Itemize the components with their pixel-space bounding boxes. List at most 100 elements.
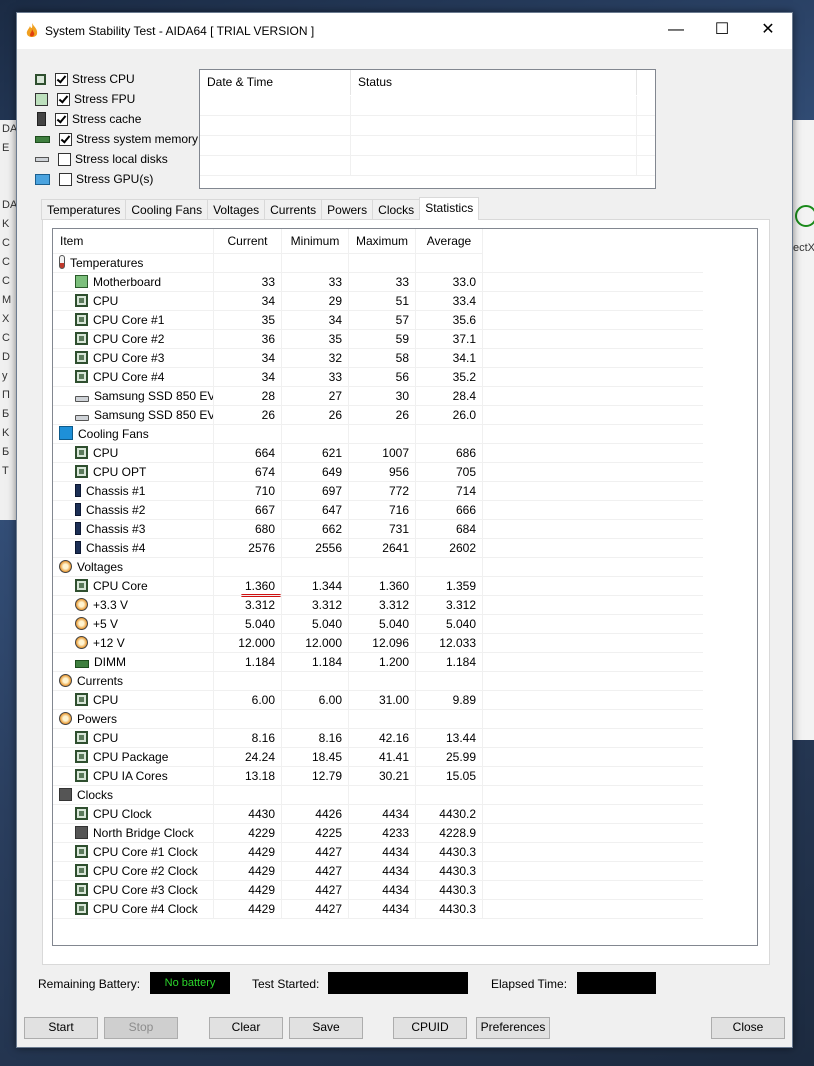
value-cell: 35 bbox=[282, 330, 349, 349]
tab-voltages[interactable]: Voltages bbox=[207, 199, 266, 220]
stress-option-row[interactable]: Stress system memory bbox=[35, 129, 198, 149]
stress-checkbox[interactable] bbox=[57, 92, 70, 106]
event-log-grid[interactable]: Date & Time Status bbox=[199, 69, 656, 189]
start-button[interactable]: Start bbox=[24, 1017, 98, 1039]
stress-option-row[interactable]: Stress local disks bbox=[35, 149, 198, 169]
close-window-button[interactable]: ✕ bbox=[745, 13, 791, 49]
item-label: Samsung SSD 850 EV... bbox=[94, 408, 214, 422]
table-row[interactable]: +5 V 5.040 5.040 5.040 5.040 bbox=[53, 615, 757, 634]
elapsed-time-value bbox=[577, 972, 656, 994]
table-row[interactable]: CPU Core #1 35 34 57 35.6 bbox=[53, 311, 757, 330]
tab-currents[interactable]: Currents bbox=[264, 199, 323, 220]
group-row[interactable]: Clocks bbox=[53, 786, 757, 805]
stress-checkbox[interactable] bbox=[55, 72, 68, 86]
column-header[interactable]: Average bbox=[416, 229, 483, 254]
table-row[interactable]: CPU Clock 4430 4426 4434 4430.2 bbox=[53, 805, 757, 824]
stress-checkbox[interactable] bbox=[59, 132, 72, 146]
cpuid-button[interactable]: CPUID bbox=[393, 1017, 467, 1039]
table-row[interactable]: CPU Core #2 Clock 4429 4427 4434 4430.3 bbox=[53, 862, 757, 881]
table-row[interactable]: CPU Core #2 36 35 59 37.1 bbox=[53, 330, 757, 349]
stress-label: Stress CPU bbox=[72, 72, 135, 86]
table-row[interactable]: CPU 34 29 51 33.4 bbox=[53, 292, 757, 311]
table-row[interactable]: +12 V 12.000 12.000 12.096 12.033 bbox=[53, 634, 757, 653]
flame-icon bbox=[26, 23, 38, 37]
stress-checkbox[interactable] bbox=[55, 112, 68, 126]
clock-icon bbox=[75, 826, 88, 839]
value-cell: 664 bbox=[214, 444, 282, 463]
column-header[interactable]: Maximum bbox=[349, 229, 416, 254]
log-empty-row bbox=[200, 116, 655, 136]
stop-button[interactable]: Stop bbox=[104, 1017, 178, 1039]
background-letter: y bbox=[2, 370, 8, 382]
stress-option-row[interactable]: Stress FPU bbox=[35, 89, 198, 109]
group-row[interactable]: Cooling Fans bbox=[53, 425, 757, 444]
value-cell: 33 bbox=[214, 273, 282, 292]
stress-option-row[interactable]: Stress GPU(s) bbox=[35, 169, 198, 189]
tab-cooling-fans[interactable]: Cooling Fans bbox=[125, 199, 209, 220]
column-header[interactable]: Minimum bbox=[282, 229, 349, 254]
value-cell: 714 bbox=[416, 482, 483, 501]
table-row[interactable]: CPU OPT 674 649 956 705 bbox=[53, 463, 757, 482]
table-row[interactable]: Chassis #3 680 662 731 684 bbox=[53, 520, 757, 539]
chip-icon bbox=[75, 313, 88, 326]
value-cell: 662 bbox=[282, 520, 349, 539]
preferences-button[interactable]: Preferences bbox=[476, 1017, 550, 1039]
tab-clocks[interactable]: Clocks bbox=[372, 199, 421, 220]
table-row[interactable]: Samsung SSD 850 EV... 28 27 30 28.4 bbox=[53, 387, 757, 406]
table-row[interactable]: Chassis #4 2576 2556 2641 2602 bbox=[53, 539, 757, 558]
table-row[interactable]: DIMM 1.184 1.184 1.200 1.184 bbox=[53, 653, 757, 672]
value-cell: 4427 bbox=[282, 900, 349, 919]
table-row[interactable]: CPU Core #4 34 33 56 35.2 bbox=[53, 368, 757, 387]
background-letter: C bbox=[2, 237, 10, 249]
value-cell: 12.096 bbox=[349, 634, 416, 653]
table-row[interactable]: Motherboard 33 33 33 33.0 bbox=[53, 273, 757, 292]
save-button[interactable]: Save bbox=[289, 1017, 363, 1039]
table-row[interactable]: CPU 664 621 1007 686 bbox=[53, 444, 757, 463]
tab-statistics[interactable]: Statistics bbox=[419, 197, 480, 220]
title-bar[interactable]: System Stability Test - AIDA64 [ TRIAL V… bbox=[17, 13, 792, 49]
maximize-button[interactable]: ☐ bbox=[699, 13, 745, 49]
tab-temperatures[interactable]: Temperatures bbox=[41, 199, 127, 220]
tab-powers[interactable]: Powers bbox=[321, 199, 374, 220]
table-row[interactable]: CPU Core #3 Clock 4429 4427 4434 4430.3 bbox=[53, 881, 757, 900]
table-row[interactable]: CPU 8.16 8.16 42.16 13.44 bbox=[53, 729, 757, 748]
group-row[interactable]: Voltages bbox=[53, 558, 757, 577]
log-header-datetime[interactable]: Date & Time bbox=[200, 70, 351, 95]
value-cell: 621 bbox=[282, 444, 349, 463]
table-row[interactable]: North Bridge Clock 4229 4225 4233 4228.9 bbox=[53, 824, 757, 843]
table-row[interactable]: CPU 6.00 6.00 31.00 9.89 bbox=[53, 691, 757, 710]
column-header[interactable]: Item bbox=[53, 229, 214, 254]
column-header[interactable]: Current bbox=[214, 229, 282, 254]
value-cell bbox=[416, 254, 483, 273]
value-cell: 9.89 bbox=[416, 691, 483, 710]
fpu-icon bbox=[35, 92, 48, 106]
stress-label: Stress FPU bbox=[74, 92, 136, 106]
grid-header: Item Current Minimum Maximum Average bbox=[53, 229, 757, 254]
ssd-icon bbox=[75, 396, 89, 402]
table-row[interactable]: +3.3 V 3.312 3.312 3.312 3.312 bbox=[53, 596, 757, 615]
statistics-grid[interactable]: Item Current Minimum Maximum Average Temperat… bbox=[52, 228, 758, 946]
stress-option-row[interactable]: Stress cache bbox=[35, 109, 198, 129]
table-row[interactable]: CPU Core #4 Clock 4429 4427 4434 4430.3 bbox=[53, 900, 757, 919]
table-row[interactable]: CPU Core 1.360 1.344 1.360 1.359 bbox=[53, 577, 757, 596]
group-row[interactable]: Temperatures bbox=[53, 254, 757, 273]
value-cell: 32 bbox=[282, 349, 349, 368]
table-row[interactable]: CPU IA Cores 13.18 12.79 30.21 15.05 bbox=[53, 767, 757, 786]
clear-button[interactable]: Clear bbox=[209, 1017, 283, 1039]
group-row[interactable]: Currents bbox=[53, 672, 757, 691]
stress-checkbox[interactable] bbox=[59, 172, 72, 186]
minimize-button[interactable]: — bbox=[653, 13, 699, 49]
table-row[interactable]: CPU Core #1 Clock 4429 4427 4434 4430.3 bbox=[53, 843, 757, 862]
close-button[interactable]: Close bbox=[711, 1017, 785, 1039]
test-started-label: Test Started: bbox=[252, 977, 320, 991]
table-row[interactable]: Chassis #1 710 697 772 714 bbox=[53, 482, 757, 501]
stress-option-row[interactable]: Stress CPU bbox=[35, 69, 198, 89]
table-row[interactable]: Chassis #2 667 647 716 666 bbox=[53, 501, 757, 520]
table-row[interactable]: CPU Package 24.24 18.45 41.41 25.99 bbox=[53, 748, 757, 767]
table-row[interactable]: CPU Core #3 34 32 58 34.1 bbox=[53, 349, 757, 368]
group-row[interactable]: Powers bbox=[53, 710, 757, 729]
table-row[interactable]: Samsung SSD 850 EV... 26 26 26 26.0 bbox=[53, 406, 757, 425]
value-cell bbox=[349, 254, 416, 273]
stress-checkbox[interactable] bbox=[58, 152, 71, 166]
log-header-status[interactable]: Status bbox=[351, 70, 637, 95]
